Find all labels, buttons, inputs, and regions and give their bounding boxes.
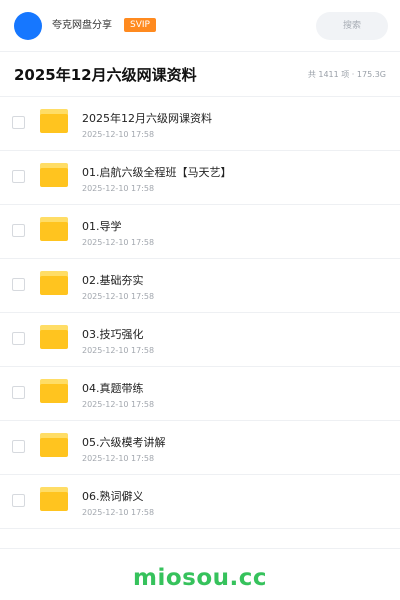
file-row[interactable]: 04.真题带练 2025-12-10 17:58 <box>0 367 400 421</box>
sharer-name[interactable]: 夸克网盘分享 <box>52 18 112 34</box>
file-row[interactable]: 06.熟词僻义 2025-12-10 17:58 <box>0 475 400 529</box>
row-checkbox[interactable] <box>12 224 25 237</box>
folder-icon <box>40 487 68 511</box>
file-stats: 共 1411 项 · 175.3G <box>307 70 386 79</box>
file-date: 2025-12-10 17:58 <box>82 130 155 139</box>
top-bar: 夸克网盘分享 SVIP 搜索 <box>0 0 400 52</box>
file-date: 2025-12-10 17:58 <box>82 292 155 301</box>
file-row[interactable]: 01.启航六级全程班【马天艺】 2025-12-10 17:58 <box>0 151 400 205</box>
row-checkbox[interactable] <box>12 170 25 183</box>
file-date: 2025-12-10 17:58 <box>82 400 155 409</box>
folder-icon <box>40 325 68 349</box>
folder-icon <box>40 163 68 187</box>
divider <box>0 548 400 549</box>
folder-icon <box>40 433 68 457</box>
file-date: 2025-12-10 17:58 <box>82 508 155 517</box>
file-row[interactable]: 2025年12月六级网课资料 2025-12-10 17:58 <box>0 97 400 151</box>
folder-icon <box>40 109 68 133</box>
file-date: 2025-12-10 17:58 <box>82 238 155 247</box>
file-row[interactable]: 02.基础夯实 2025-12-10 17:58 <box>0 259 400 313</box>
file-row[interactable]: 01.导学 2025-12-10 17:58 <box>0 205 400 259</box>
search-input[interactable]: 搜索 <box>316 12 388 40</box>
file-row[interactable]: 05.六级模考讲解 2025-12-10 17:58 <box>0 421 400 475</box>
row-checkbox[interactable] <box>12 332 25 345</box>
file-date: 2025-12-10 17:58 <box>82 184 155 193</box>
row-checkbox[interactable] <box>12 116 25 129</box>
file-name[interactable]: 2025年12月六级网课资料 <box>82 112 212 126</box>
folder-icon <box>40 217 68 241</box>
folder-icon <box>40 271 68 295</box>
file-name[interactable]: 01.启航六级全程班【马天艺】 <box>82 166 232 180</box>
file-name[interactable]: 06.熟词僻义 <box>82 490 144 504</box>
site-watermark: miosou.cc <box>132 565 268 591</box>
file-row[interactable]: 03.技巧强化 2025-12-10 17:58 <box>0 313 400 367</box>
file-name[interactable]: 02.基础夯实 <box>82 274 144 288</box>
svip-badge: SVIP <box>124 18 156 32</box>
file-date: 2025-12-10 17:58 <box>82 454 155 463</box>
file-name[interactable]: 04.真题带练 <box>82 382 144 396</box>
file-name[interactable]: 01.导学 <box>82 220 122 234</box>
folder-icon <box>40 379 68 403</box>
avatar[interactable] <box>14 12 42 40</box>
page-title: 2025年12月六级网课资料 <box>14 66 197 84</box>
row-checkbox[interactable] <box>12 440 25 453</box>
file-name[interactable]: 05.六级模考讲解 <box>82 436 166 450</box>
title-bar: 2025年12月六级网课资料 共 1411 项 · 175.3G <box>0 53 400 97</box>
file-name[interactable]: 03.技巧强化 <box>82 328 144 342</box>
file-list: 2025年12月六级网课资料 2025-12-10 17:58 01.启航六级全… <box>0 97 400 529</box>
file-date: 2025-12-10 17:58 <box>82 346 155 355</box>
row-checkbox[interactable] <box>12 386 25 399</box>
row-checkbox[interactable] <box>12 278 25 291</box>
row-checkbox[interactable] <box>12 494 25 507</box>
